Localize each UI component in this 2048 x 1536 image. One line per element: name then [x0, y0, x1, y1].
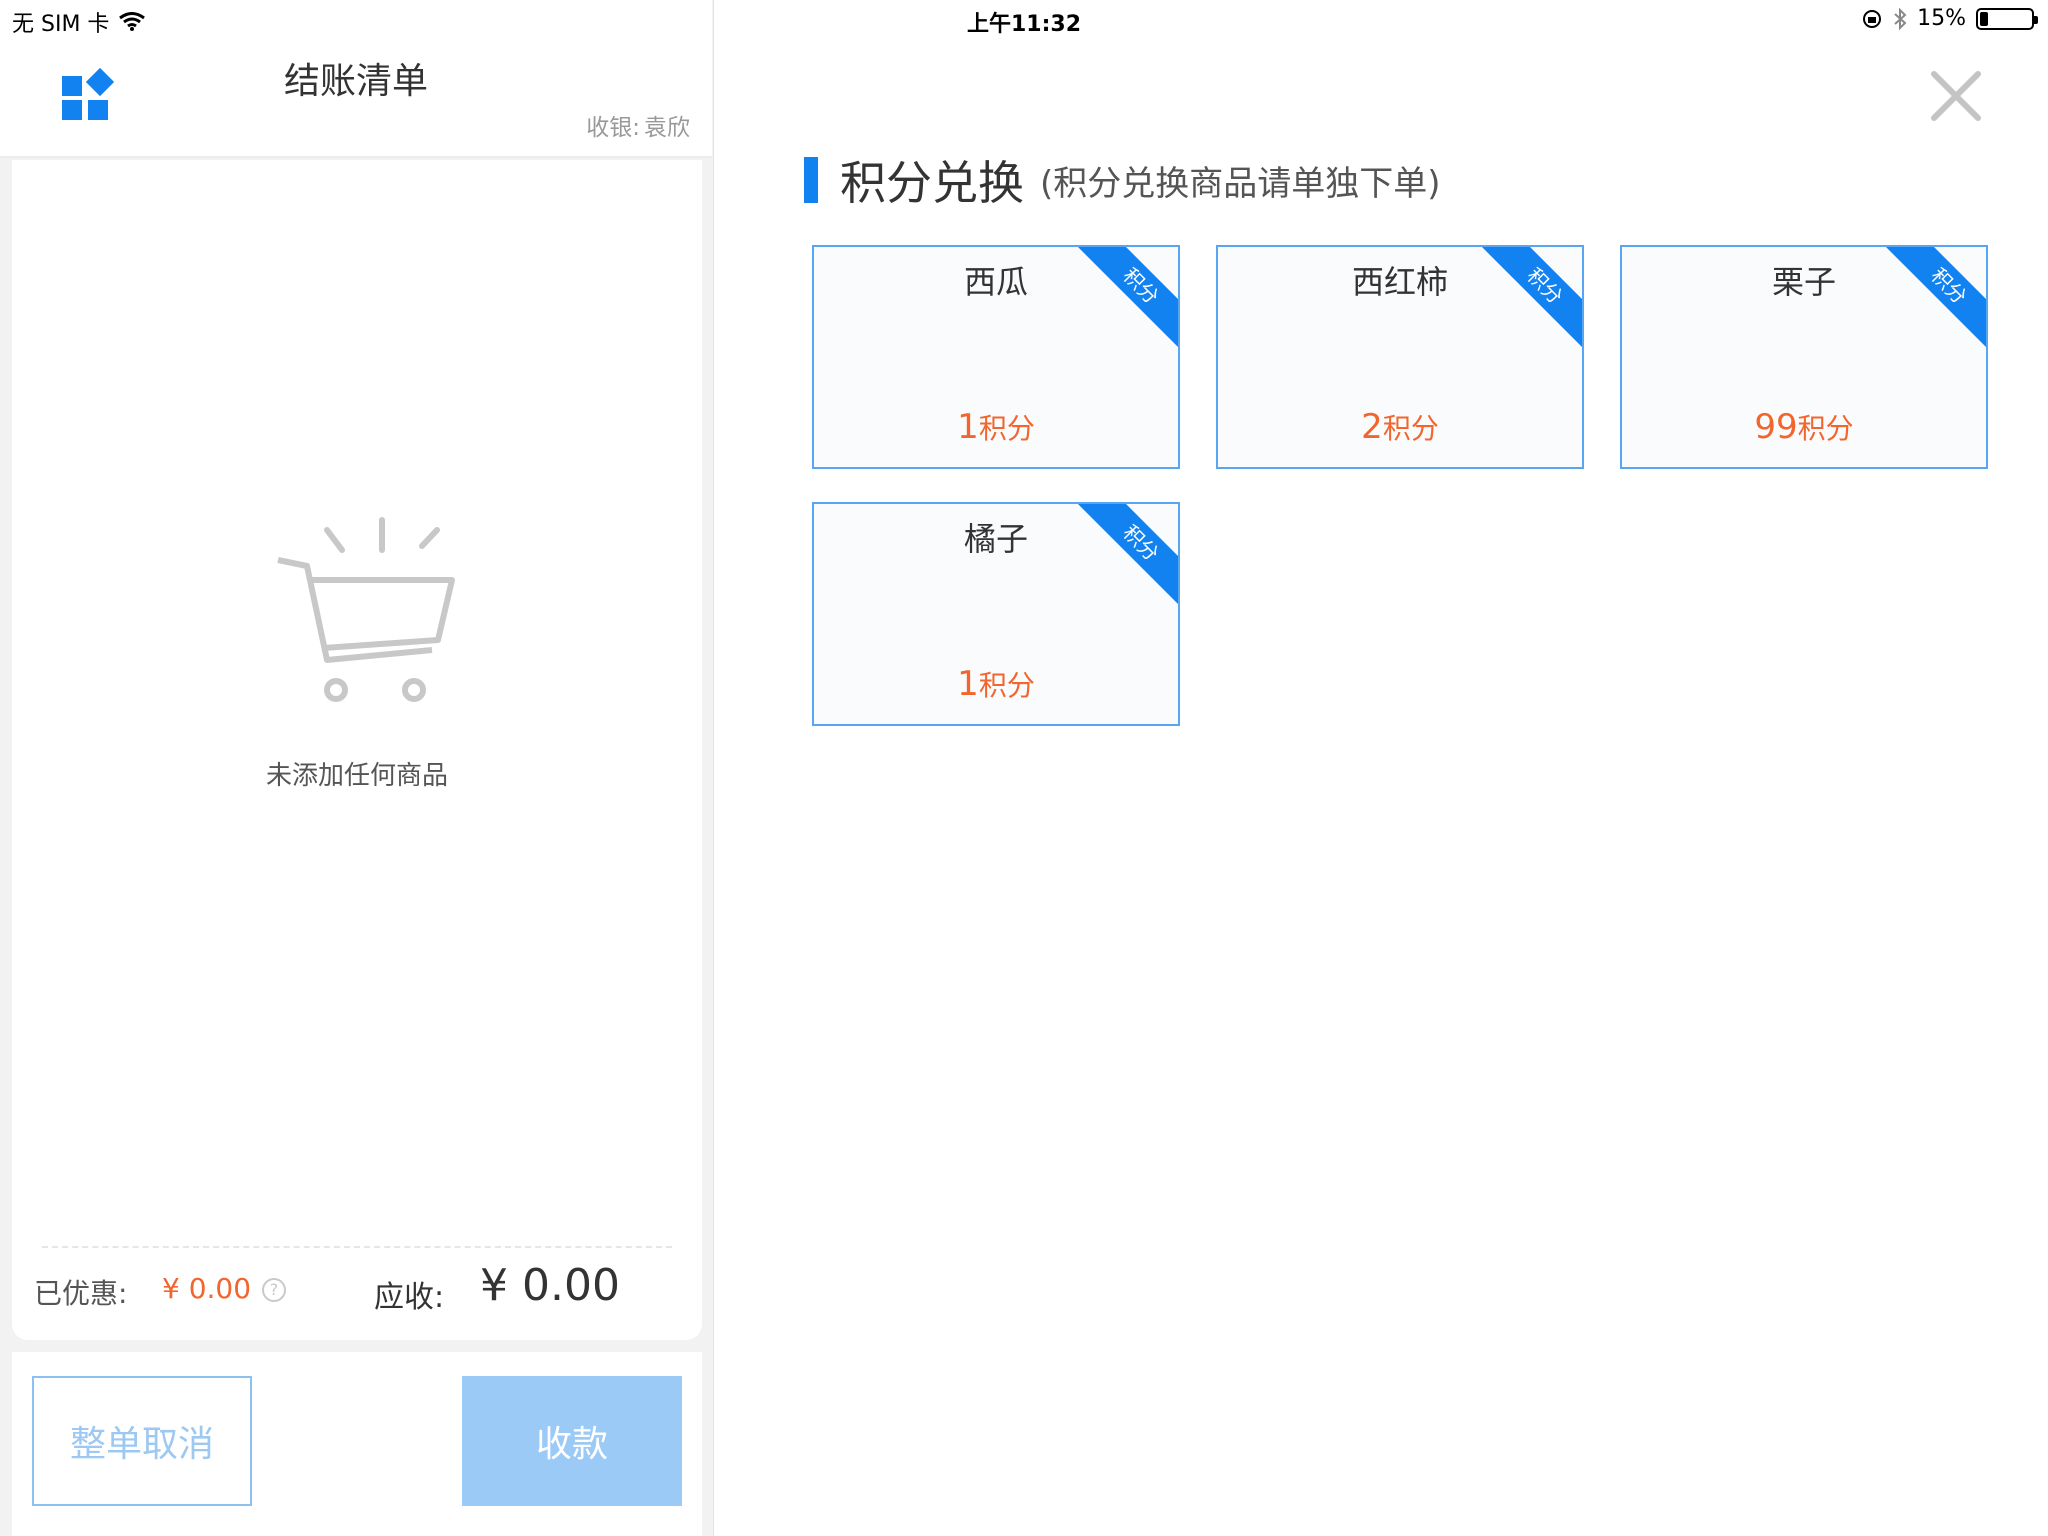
cancel-order-button[interactable]: 整单取消	[32, 1376, 252, 1506]
item-points: 99积分	[1622, 407, 1986, 447]
points-item-card[interactable]: 西瓜 1积分 积分	[812, 245, 1180, 469]
order-summary: 已优惠: ¥ 0.00 ? 应收: ¥ 0.00	[22, 1260, 692, 1320]
item-points-value: 1	[957, 664, 979, 704]
status-time: 上午11:32	[966, 12, 1082, 37]
item-points: 1积分	[814, 664, 1178, 704]
points-item-card[interactable]: 西红柿 2积分 积分	[1216, 245, 1584, 469]
battery-icon	[1976, 7, 2038, 30]
empty-cart-message: 未添加任何商品	[265, 761, 448, 791]
item-points-unit: 积分	[1382, 412, 1439, 445]
bluetooth-icon	[1894, 7, 1907, 30]
section-subtitle: (积分兑换商品请单独下单)	[1040, 163, 1441, 204]
status-bar: 无 SIM 卡 上午11:32 15%	[0, 0, 2048, 40]
discount-value: ¥ 0.00	[162, 1272, 252, 1305]
amount-due-label: 应收:	[374, 1280, 445, 1315]
discount-label: 已优惠:	[34, 1277, 128, 1310]
collect-payment-button[interactable]: 收款	[462, 1376, 682, 1506]
checkout-title: 结账清单	[283, 61, 428, 102]
close-icon[interactable]	[1928, 68, 1984, 124]
item-points-unit: 积分	[978, 669, 1035, 702]
checkout-panel: 结账清单 收银: 袁欣 未添加任何商品 已优惠: ¥ 0.00 ? 应收: ¥ …	[0, 0, 714, 1536]
item-points-value: 2	[1361, 407, 1383, 447]
points-item-card[interactable]: 橘子 1积分 积分	[812, 502, 1180, 726]
points-item-card[interactable]: 栗子 99积分 积分	[1620, 245, 1988, 469]
cart-list: 未添加任何商品	[12, 160, 702, 1340]
cashier-info: 收银: 袁欣	[586, 108, 690, 142]
item-points-value: 99	[1754, 407, 1798, 447]
points-exchange-header: 积分兑换 (积分兑换商品请单独下单)	[804, 150, 1441, 210]
battery-percent: 15%	[1917, 6, 1966, 31]
cashier-name: 袁欣	[644, 115, 690, 141]
help-icon[interactable]: ?	[262, 1278, 286, 1302]
orientation-lock-icon	[1863, 9, 1882, 28]
empty-cart-icon	[277, 517, 455, 702]
item-points: 2积分	[1218, 407, 1582, 447]
section-title: 积分兑换	[840, 156, 1024, 210]
item-points: 1积分	[814, 407, 1178, 447]
battery-fill	[1980, 11, 1988, 26]
item-points-unit: 积分	[1797, 412, 1854, 445]
item-points-unit: 积分	[978, 412, 1035, 445]
section-accent-bar	[804, 157, 818, 203]
divider	[42, 1246, 672, 1248]
checkout-footer: 整单取消 收款	[12, 1352, 702, 1536]
amount-due-value: ¥ 0.00	[480, 1260, 620, 1311]
cashier-label: 收银:	[586, 115, 640, 141]
item-points-value: 1	[957, 407, 979, 447]
